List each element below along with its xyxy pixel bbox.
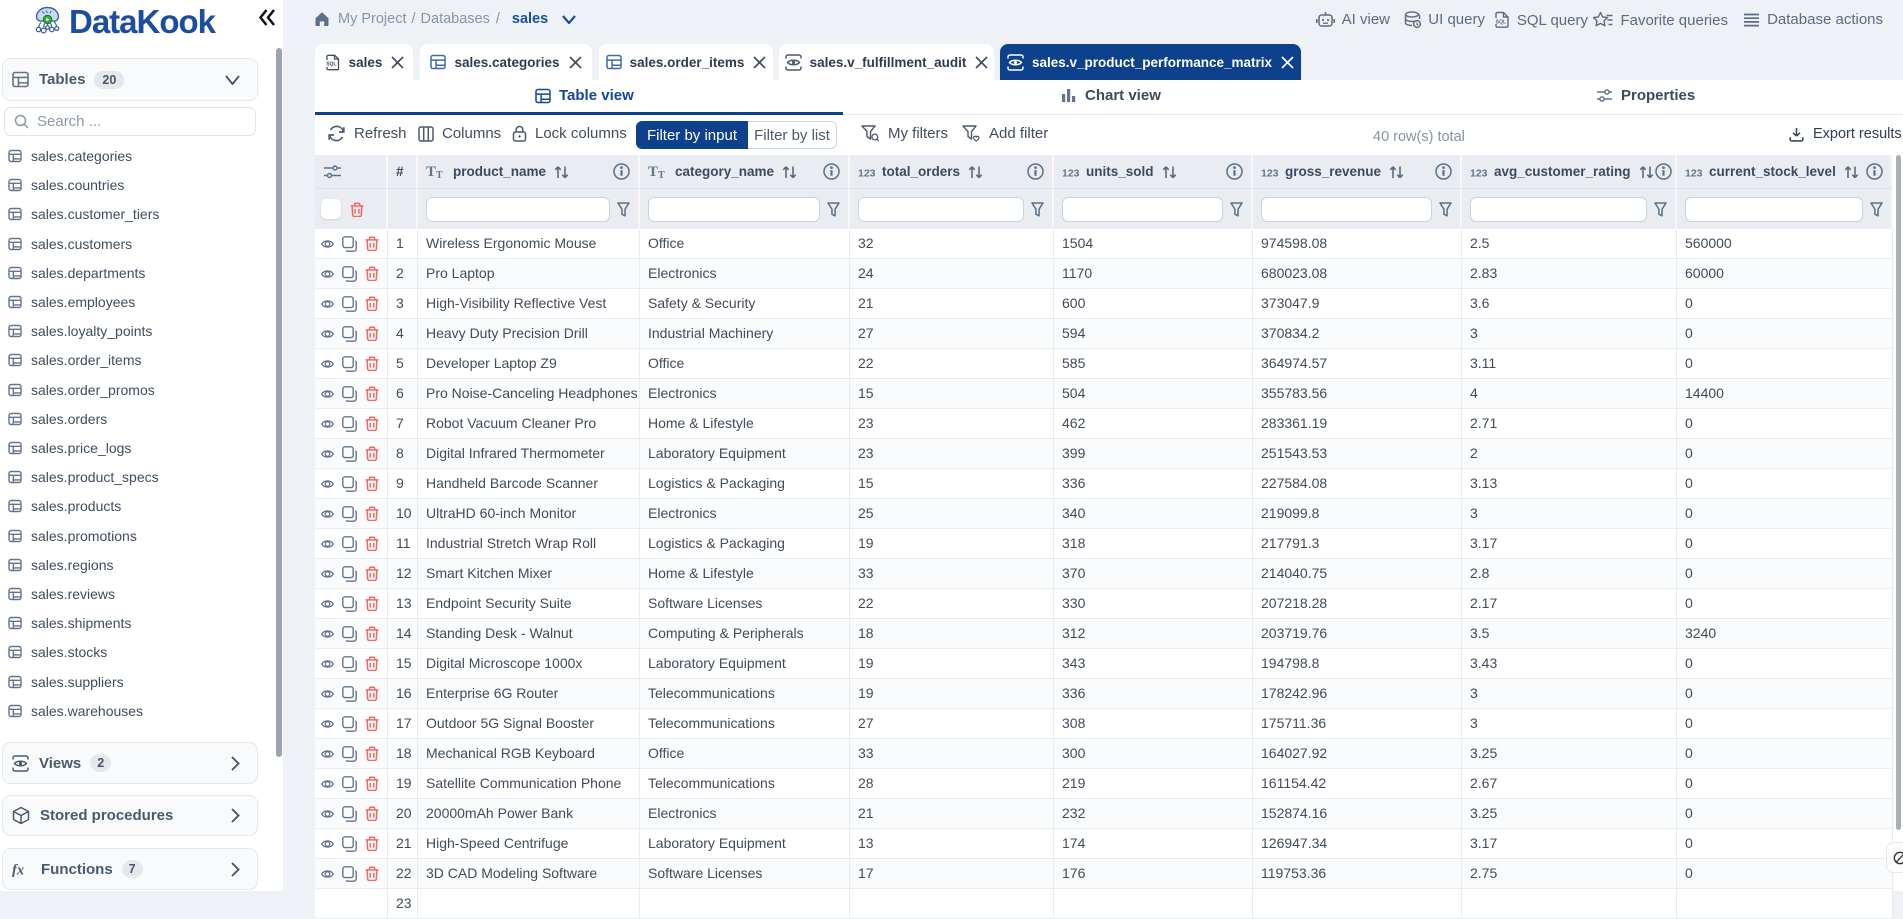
svg-text:123: 123	[858, 167, 875, 178]
svg-text:SQL: SQL	[1495, 20, 1506, 26]
svg-text:123: 123	[1062, 167, 1079, 178]
svg-text:123: 123	[1470, 167, 1487, 178]
svg-text:123: 123	[1261, 167, 1278, 178]
svg-text:T: T	[426, 164, 436, 179]
svg-text:T: T	[436, 170, 443, 179]
svg-text:T: T	[658, 170, 665, 179]
svg-text:123: 123	[1685, 167, 1702, 178]
svg-text:SQL: SQL	[326, 61, 336, 67]
svg-text:T: T	[648, 164, 658, 179]
svg-text:fx: fx	[12, 863, 24, 878]
